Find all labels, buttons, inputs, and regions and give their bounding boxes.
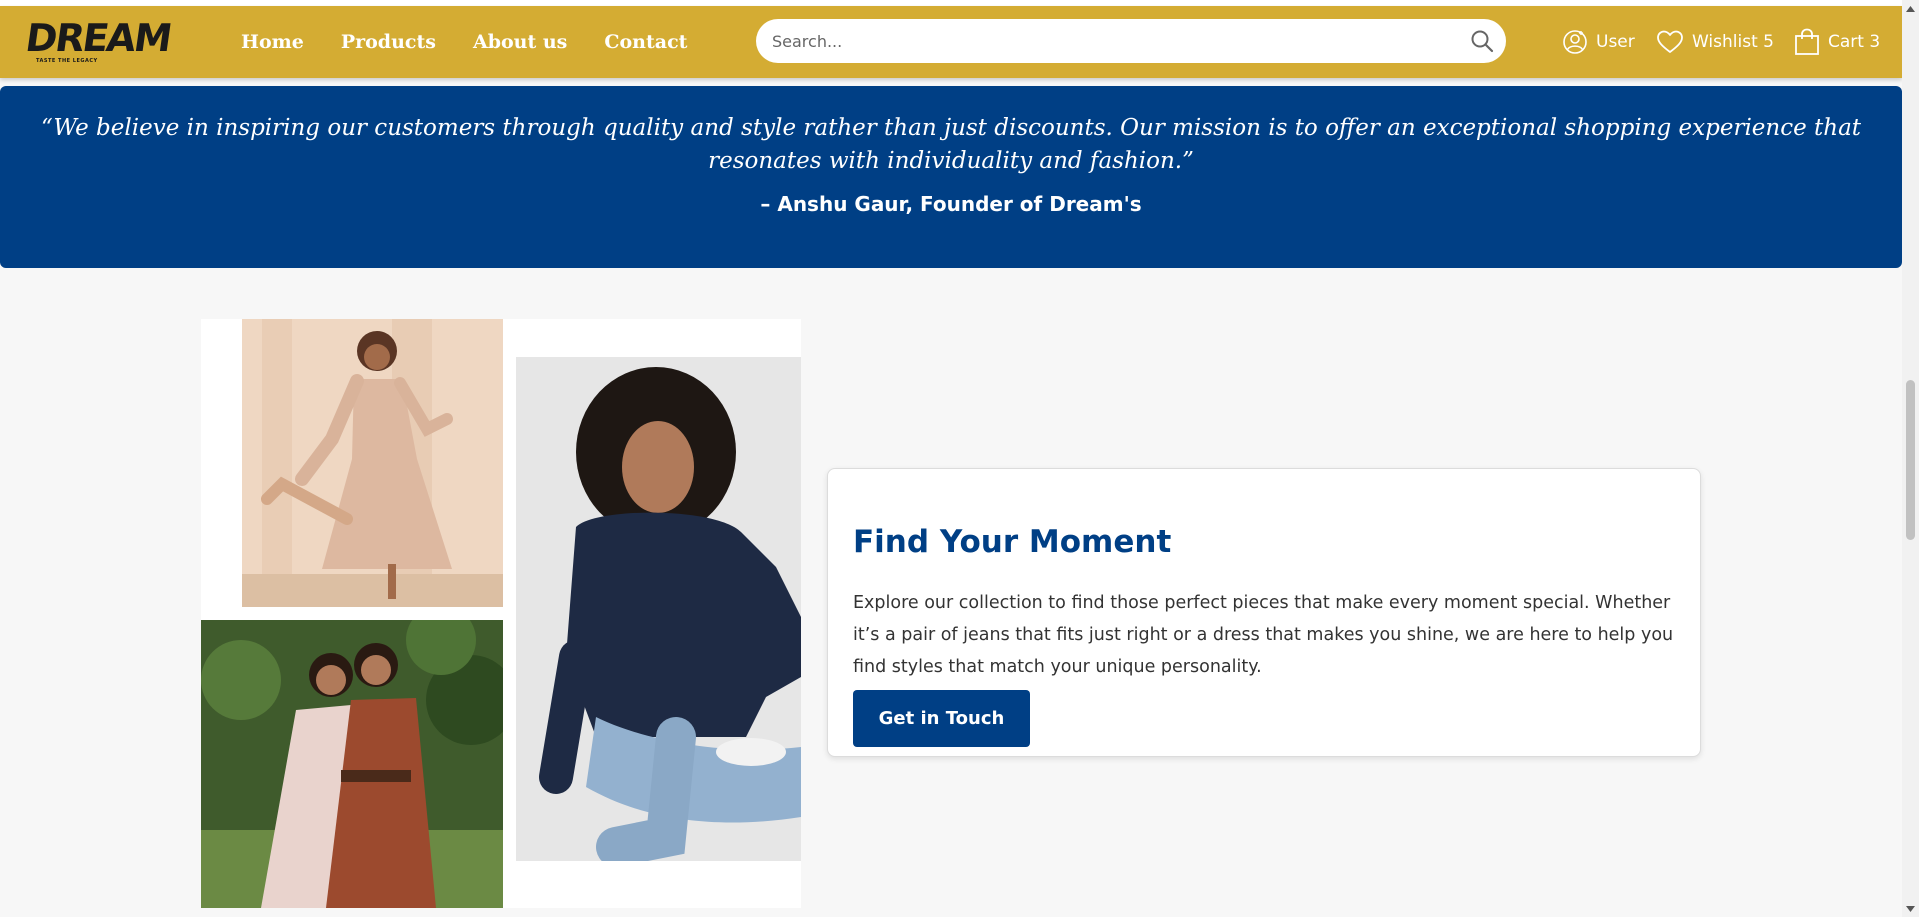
nav-home[interactable]: Home bbox=[241, 31, 304, 53]
search-input[interactable] bbox=[772, 19, 1452, 63]
photo-woman-sweater bbox=[516, 357, 801, 861]
user-link[interactable]: User bbox=[1562, 6, 1635, 78]
search-bar bbox=[756, 19, 1506, 63]
main-nav: Home Products About us Contact bbox=[241, 6, 724, 78]
photo-collage bbox=[201, 319, 801, 908]
quote-banner: “We believe in inspiring our customers t… bbox=[0, 86, 1902, 268]
logo-tagline: TASTE THE LEGACY bbox=[36, 58, 98, 64]
wishlist-link[interactable]: Wishlist 5 bbox=[1656, 6, 1774, 78]
cart-link[interactable]: Cart 3 bbox=[1794, 6, 1880, 78]
nav-products[interactable]: Products bbox=[341, 31, 436, 53]
logo-text: DREAM bbox=[22, 16, 174, 60]
nav-about-us[interactable]: About us bbox=[473, 31, 567, 53]
search-icon[interactable] bbox=[1470, 29, 1494, 53]
card-description: Explore our collection to find those per… bbox=[853, 593, 1674, 677]
wishlist-label: Wishlist 5 bbox=[1692, 32, 1774, 52]
brand-logo[interactable]: DREAM TASTE THE LEGACY bbox=[23, 16, 173, 66]
user-icon bbox=[1563, 30, 1587, 54]
nav-contact[interactable]: Contact bbox=[604, 31, 687, 53]
quote-text: “We believe in inspiring our customers t… bbox=[40, 115, 1862, 174]
get-in-touch-button[interactable]: Get in Touch bbox=[853, 690, 1030, 747]
scroll-down-arrow-icon[interactable] bbox=[1902, 900, 1919, 917]
photo-woman-dress bbox=[242, 319, 503, 607]
scroll-up-arrow-icon[interactable] bbox=[1902, 0, 1919, 17]
user-label: User bbox=[1596, 32, 1635, 52]
shopping-bag-icon bbox=[1795, 28, 1819, 55]
quote-author: – Anshu Gaur, Founder of Dream's bbox=[760, 192, 1142, 216]
find-your-moment-card: Find Your Moment Explore our collection … bbox=[827, 468, 1701, 757]
vertical-scrollbar[interactable] bbox=[1902, 0, 1919, 917]
card-title: Find Your Moment bbox=[853, 524, 1172, 560]
heart-icon bbox=[1657, 30, 1683, 53]
photo-two-women bbox=[201, 620, 503, 908]
scrollbar-thumb[interactable] bbox=[1906, 380, 1915, 540]
cart-label: Cart 3 bbox=[1828, 32, 1881, 52]
